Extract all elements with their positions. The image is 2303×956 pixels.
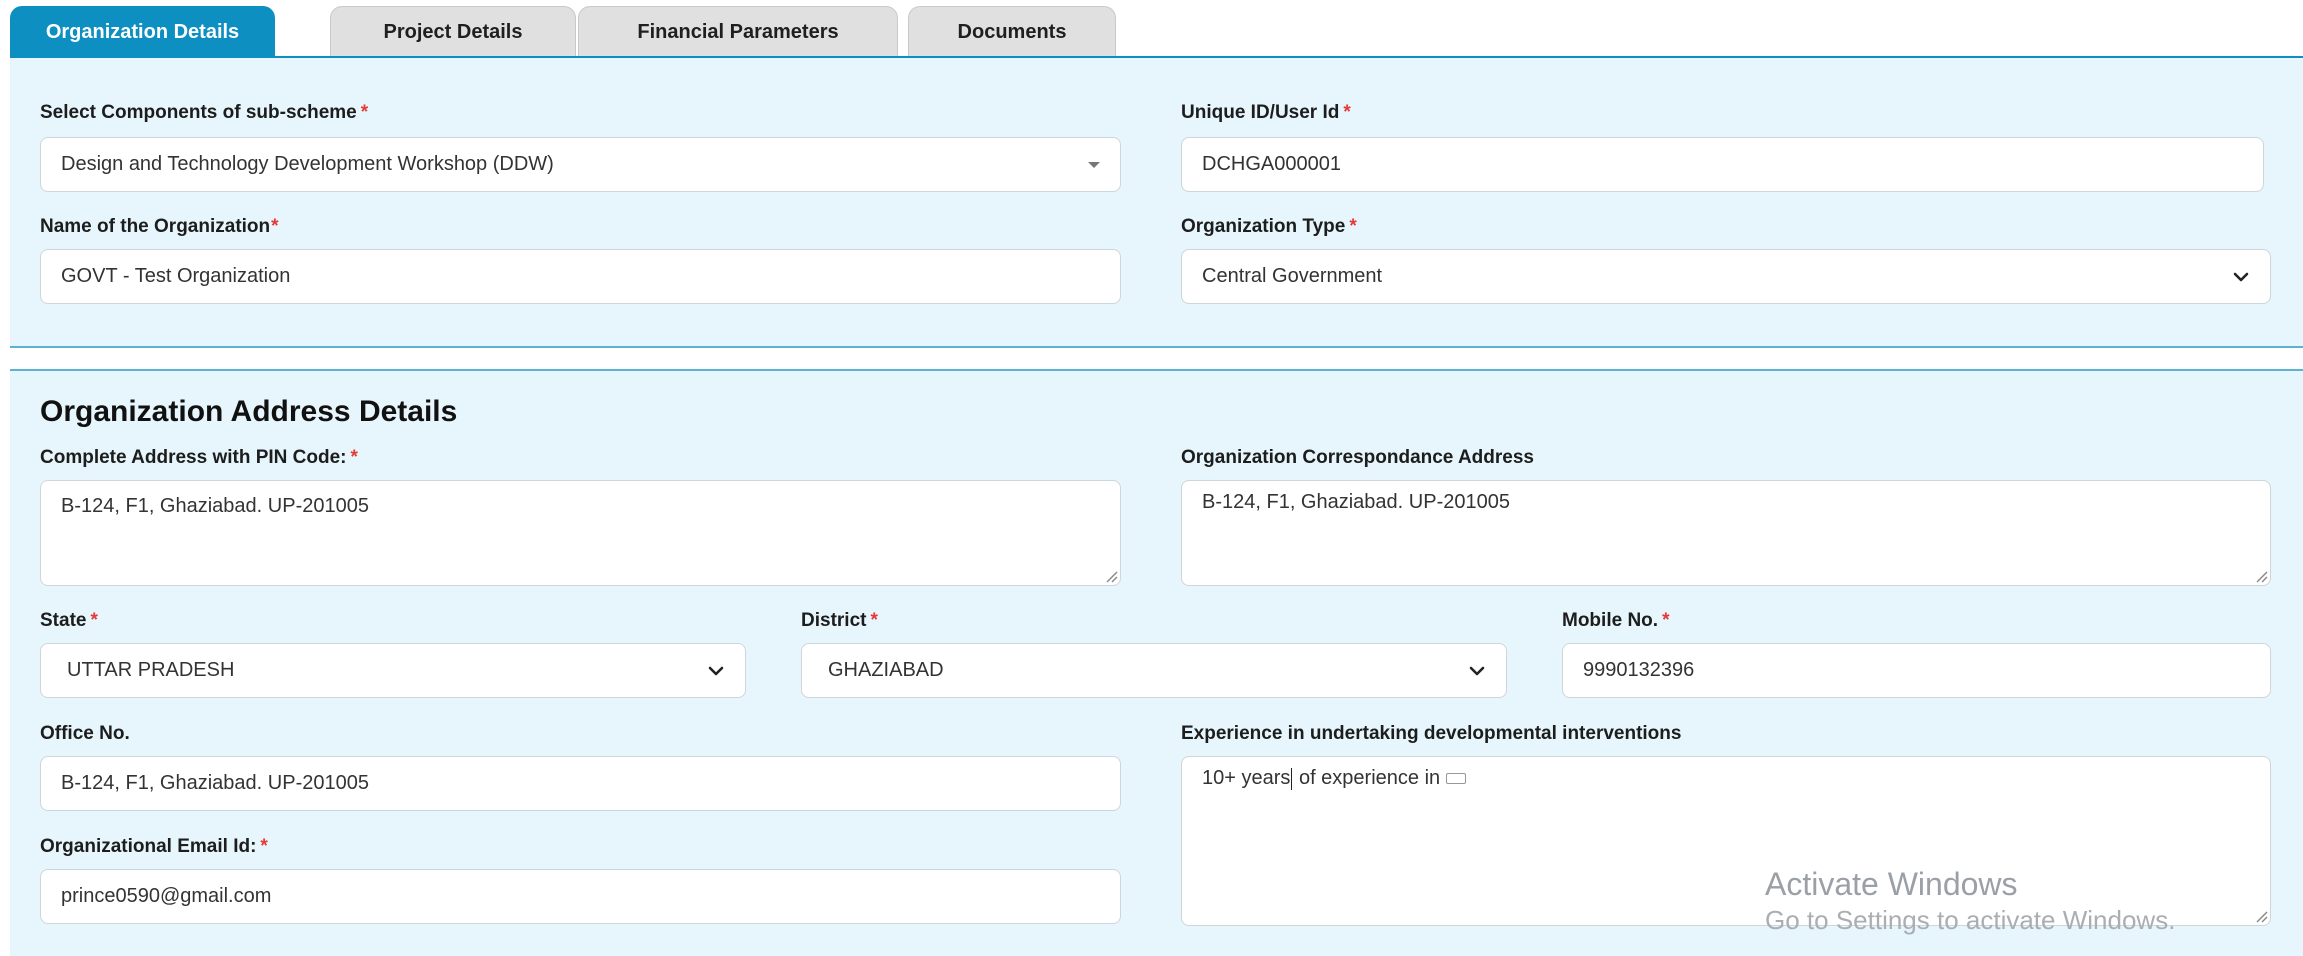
correspondence-address-label: Organization Correspondance Address <box>1181 447 1534 468</box>
tab-project-details[interactable]: Project Details <box>330 6 576 57</box>
correspondence-address-textarea[interactable]: B-124, F1, Ghaziabad. UP-201005 <box>1181 480 2271 586</box>
email-label: Organizational Email Id: * <box>40 836 268 857</box>
tab-documents[interactable]: Documents <box>908 6 1116 57</box>
unique-id-field[interactable]: DCHGA000001 <box>1181 137 2264 192</box>
org-type-value: Central Government <box>1202 265 1383 287</box>
org-type-label: Organization Type * <box>1181 216 1357 237</box>
component-select-value: Design and Technology Development Worksh… <box>61 153 554 175</box>
chevron-down-icon <box>1469 666 1485 675</box>
windows-watermark-subtitle: Go to Settings to activate Windows. <box>1765 905 2176 935</box>
tab-organization-details[interactable]: Organization Details <box>10 6 275 57</box>
district-value: GHAZIABAD <box>828 659 944 681</box>
keyboard-glyph-icon <box>1446 773 1467 785</box>
complete-address-textarea[interactable]: B-124, F1, Ghaziabad. UP-201005 <box>40 480 1121 586</box>
windows-watermark-title: Activate Windows <box>1765 866 2018 902</box>
mobile-value: 9990132396 <box>1583 659 1695 681</box>
org-name-label: Name of the Organization* <box>40 216 279 237</box>
resize-handle-icon[interactable] <box>2254 909 2268 923</box>
component-label: Select Components of sub-scheme * <box>40 102 369 123</box>
experience-label: Experience in undertaking developmental … <box>1181 723 1682 744</box>
org-name-field[interactable]: GOVT - Test Organization <box>40 249 1121 304</box>
experience-textarea[interactable]: 10+ years of experience in <box>1181 756 2271 926</box>
email-value: prince0590@gmail.com <box>61 885 272 907</box>
experience-value: 10+ years of experience in <box>1202 767 1467 790</box>
unique-id-label: Unique ID/User Id * <box>1181 102 1351 123</box>
office-no-field[interactable]: B-124, F1, Ghaziabad. UP-201005 <box>40 756 1121 811</box>
state-select[interactable]: UTTAR PRADESH <box>40 643 746 698</box>
component-select[interactable]: Design and Technology Development Worksh… <box>40 137 1121 192</box>
mobile-field[interactable]: 9990132396 <box>1562 643 2271 698</box>
org-name-value: GOVT - Test Organization <box>61 265 291 287</box>
district-select[interactable]: GHAZIABAD <box>801 643 1507 698</box>
org-type-select[interactable]: Central Government <box>1181 249 2271 304</box>
correspondence-address-value: B-124, F1, Ghaziabad. UP-201005 <box>1202 491 1510 513</box>
mobile-label: Mobile No. * <box>1562 610 1670 631</box>
organization-details-section: Select Components of sub-scheme * Design … <box>10 58 2303 348</box>
email-field[interactable]: prince0590@gmail.com <box>40 869 1121 924</box>
complete-address-value: B-124, F1, Ghaziabad. UP-201005 <box>61 495 369 517</box>
section-title: Organization Address Details <box>40 395 458 428</box>
caret-down-icon <box>1088 161 1100 168</box>
state-value: UTTAR PRADESH <box>67 659 235 681</box>
unique-id-value: DCHGA000001 <box>1202 153 1341 175</box>
district-label: District * <box>801 610 878 631</box>
tab-financial-parameters[interactable]: Financial Parameters <box>578 6 898 57</box>
complete-address-label: Complete Address with PIN Code: * <box>40 447 358 468</box>
state-label: State * <box>40 610 98 631</box>
office-no-label: Office No. <box>40 723 130 744</box>
resize-handle-icon[interactable] <box>1104 569 1118 583</box>
chevron-down-icon <box>2233 272 2249 281</box>
chevron-down-icon <box>708 666 724 675</box>
resize-handle-icon[interactable] <box>2254 569 2268 583</box>
office-no-value: B-124, F1, Ghaziabad. UP-201005 <box>61 772 369 794</box>
